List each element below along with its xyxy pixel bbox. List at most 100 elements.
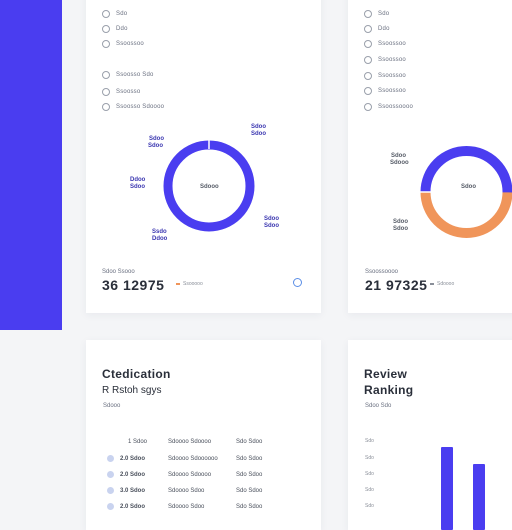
radio-icon xyxy=(364,87,372,95)
donut-label: Sdoo xyxy=(391,153,406,159)
radio-icon xyxy=(364,40,372,48)
donut-label: Ddoo xyxy=(152,236,168,242)
donut-label: Ddoo xyxy=(130,177,146,183)
list-item-label: Ssoossoo xyxy=(378,41,406,47)
card-caption: Sdooo xyxy=(103,403,121,409)
radio-icon xyxy=(102,71,110,79)
radio-icon xyxy=(364,103,372,111)
row-number: 1 Sdoo xyxy=(128,439,148,445)
list-item-label: Ssoossoo xyxy=(378,73,406,79)
donut-card-left: Sdo Ddo Ssoossoo Ssoosso Sdo Ssoosso Sso… xyxy=(86,0,321,313)
legend-label: Ssooooo xyxy=(183,281,203,287)
row-indicator-icon xyxy=(107,471,114,478)
list-item[interactable]: Ssoosso Sdoooo xyxy=(102,103,164,111)
donut-label: Sdoo xyxy=(251,124,266,130)
list-item[interactable]: Ssoossoo xyxy=(364,72,406,80)
row-number: 2.0 Sdoo xyxy=(120,456,146,462)
radio-icon xyxy=(102,25,110,33)
donut-label: Ssdo xyxy=(152,229,167,235)
list-item[interactable]: Ssoossoooo xyxy=(364,103,413,111)
row-value: Sdo Sdoo xyxy=(236,456,263,462)
radio-icon xyxy=(364,25,372,33)
ranking-card: Review Ranking Sdoo Sdo Sdo Sdo Sdo Sdo … xyxy=(348,340,512,530)
info-icon[interactable] xyxy=(293,278,302,287)
axis-tick-label: Sdo xyxy=(365,438,374,444)
table-row[interactable]: 2.0 Sdoo Sdoooo Sdoo Sdo Sdoo xyxy=(86,502,321,512)
donut-center-label: Sdooo xyxy=(200,184,219,190)
card-subtitle: R Rstoh sgys xyxy=(102,385,162,396)
list-item-label: Ddo xyxy=(116,26,128,32)
list-item-label: Ssoossoo xyxy=(378,57,406,63)
row-description: Sdoooo Sdoo xyxy=(168,488,205,494)
axis-tick-label: Sdo xyxy=(365,487,374,493)
row-indicator-icon xyxy=(107,455,114,462)
list-item[interactable]: Ssoossoo xyxy=(364,56,406,64)
stat-caption: Ssoossoooo xyxy=(365,269,399,275)
radio-icon xyxy=(102,88,110,96)
table-row[interactable]: 1 Sdoo Sdoooo Sdoooo Sdo Sdoo xyxy=(86,437,321,447)
radio-icon xyxy=(364,56,372,64)
list-item-label: Ssoossoo xyxy=(378,88,406,94)
donut-label: Sdoo xyxy=(251,131,266,137)
list-item-label: Ddo xyxy=(378,26,390,32)
table-row[interactable]: 3.0 Sdoo Sdoooo Sdoo Sdo Sdoo xyxy=(86,486,321,496)
row-number: 2.0 Sdoo xyxy=(120,504,146,510)
list-item[interactable]: Ssoossoo xyxy=(364,87,406,95)
row-number: 3.0 Sdoo xyxy=(120,488,146,494)
list-item[interactable]: Sdo xyxy=(364,10,389,18)
list-item-label: Ssoossoooo xyxy=(378,104,414,110)
list-item-label: Ssoosso Sdoooo xyxy=(116,104,165,110)
donut-label: Sdooo xyxy=(390,160,409,166)
legend-item: Ssooooo xyxy=(176,281,203,287)
radio-icon xyxy=(364,10,372,18)
list-item[interactable]: Ssoosso xyxy=(102,88,140,96)
row-indicator-icon xyxy=(107,503,114,510)
row-description: Sdoooo Sdoo xyxy=(168,504,205,510)
legend-item: Sdoooo xyxy=(430,281,454,287)
radio-icon xyxy=(102,103,110,111)
row-value: Sdo Sdoo xyxy=(236,488,263,494)
donut-label: Sdoo xyxy=(149,136,164,142)
radio-icon xyxy=(364,72,372,80)
card-title: Ctedication xyxy=(102,367,171,381)
list-item-label: Sdo xyxy=(116,11,128,17)
donut-label: Sdoo xyxy=(264,223,279,229)
ranking-bar[interactable] xyxy=(441,447,453,530)
stat-caption: Sdoo Ssooo xyxy=(102,269,135,275)
list-item[interactable]: Ddo xyxy=(364,25,390,33)
list-item[interactable]: Ddo xyxy=(102,25,128,33)
list-item[interactable]: Ssoossoo xyxy=(102,40,144,48)
donut-label: Sdoo xyxy=(264,216,279,222)
legend-swatch xyxy=(176,283,180,285)
row-description: Sdoooo Sdoooooo xyxy=(168,456,218,462)
row-indicator-icon xyxy=(107,487,114,494)
row-description: Sdoooo Sdoooo xyxy=(168,472,212,478)
ranking-bar[interactable] xyxy=(473,464,485,530)
table-row[interactable]: 2.0 Sdoo Sdoooo Sdoooooo Sdo Sdoo xyxy=(86,454,321,464)
radio-icon xyxy=(102,10,110,18)
donut-card-right: Sdo Ddo Ssoossoo Ssoossoo Ssoossoo Ssoos… xyxy=(348,0,512,313)
row-value: Sdo Sdoo xyxy=(236,504,263,510)
row-value: Sdo Sdoo xyxy=(236,439,263,445)
donut-label: Sdoo xyxy=(130,184,145,190)
list-item-label: Ssoosso xyxy=(116,89,141,95)
card-title: Review xyxy=(364,367,408,381)
axis-tick-label: Sdo xyxy=(365,455,374,461)
table-row[interactable]: 2.0 Sdoo Sdoooo Sdoooo Sdo Sdoo xyxy=(86,470,321,480)
list-item[interactable]: Ssoossoo xyxy=(364,40,406,48)
list-item-label: Sdo xyxy=(378,11,390,17)
legend-label: Sdoooo xyxy=(437,281,455,287)
row-description: Sdoooo Sdoooo xyxy=(168,439,212,445)
donut-center-label: Sdoo xyxy=(461,184,476,190)
card-caption: Sdoo Sdo xyxy=(365,403,392,409)
axis-tick-label: Sdo xyxy=(365,503,374,509)
list-item[interactable]: Sdo xyxy=(102,10,127,18)
row-number: 2.0 Sdoo xyxy=(120,472,146,478)
axis-tick-label: Sdo xyxy=(365,471,374,477)
list-item[interactable]: Ssoosso Sdo xyxy=(102,71,154,79)
list-item-label: Ssoosso Sdo xyxy=(116,72,154,78)
list-item-label: Ssoossoo xyxy=(116,41,144,47)
stat-value: 21 97325 xyxy=(365,277,428,293)
legend-swatch xyxy=(430,283,434,285)
sidebar xyxy=(0,0,62,330)
